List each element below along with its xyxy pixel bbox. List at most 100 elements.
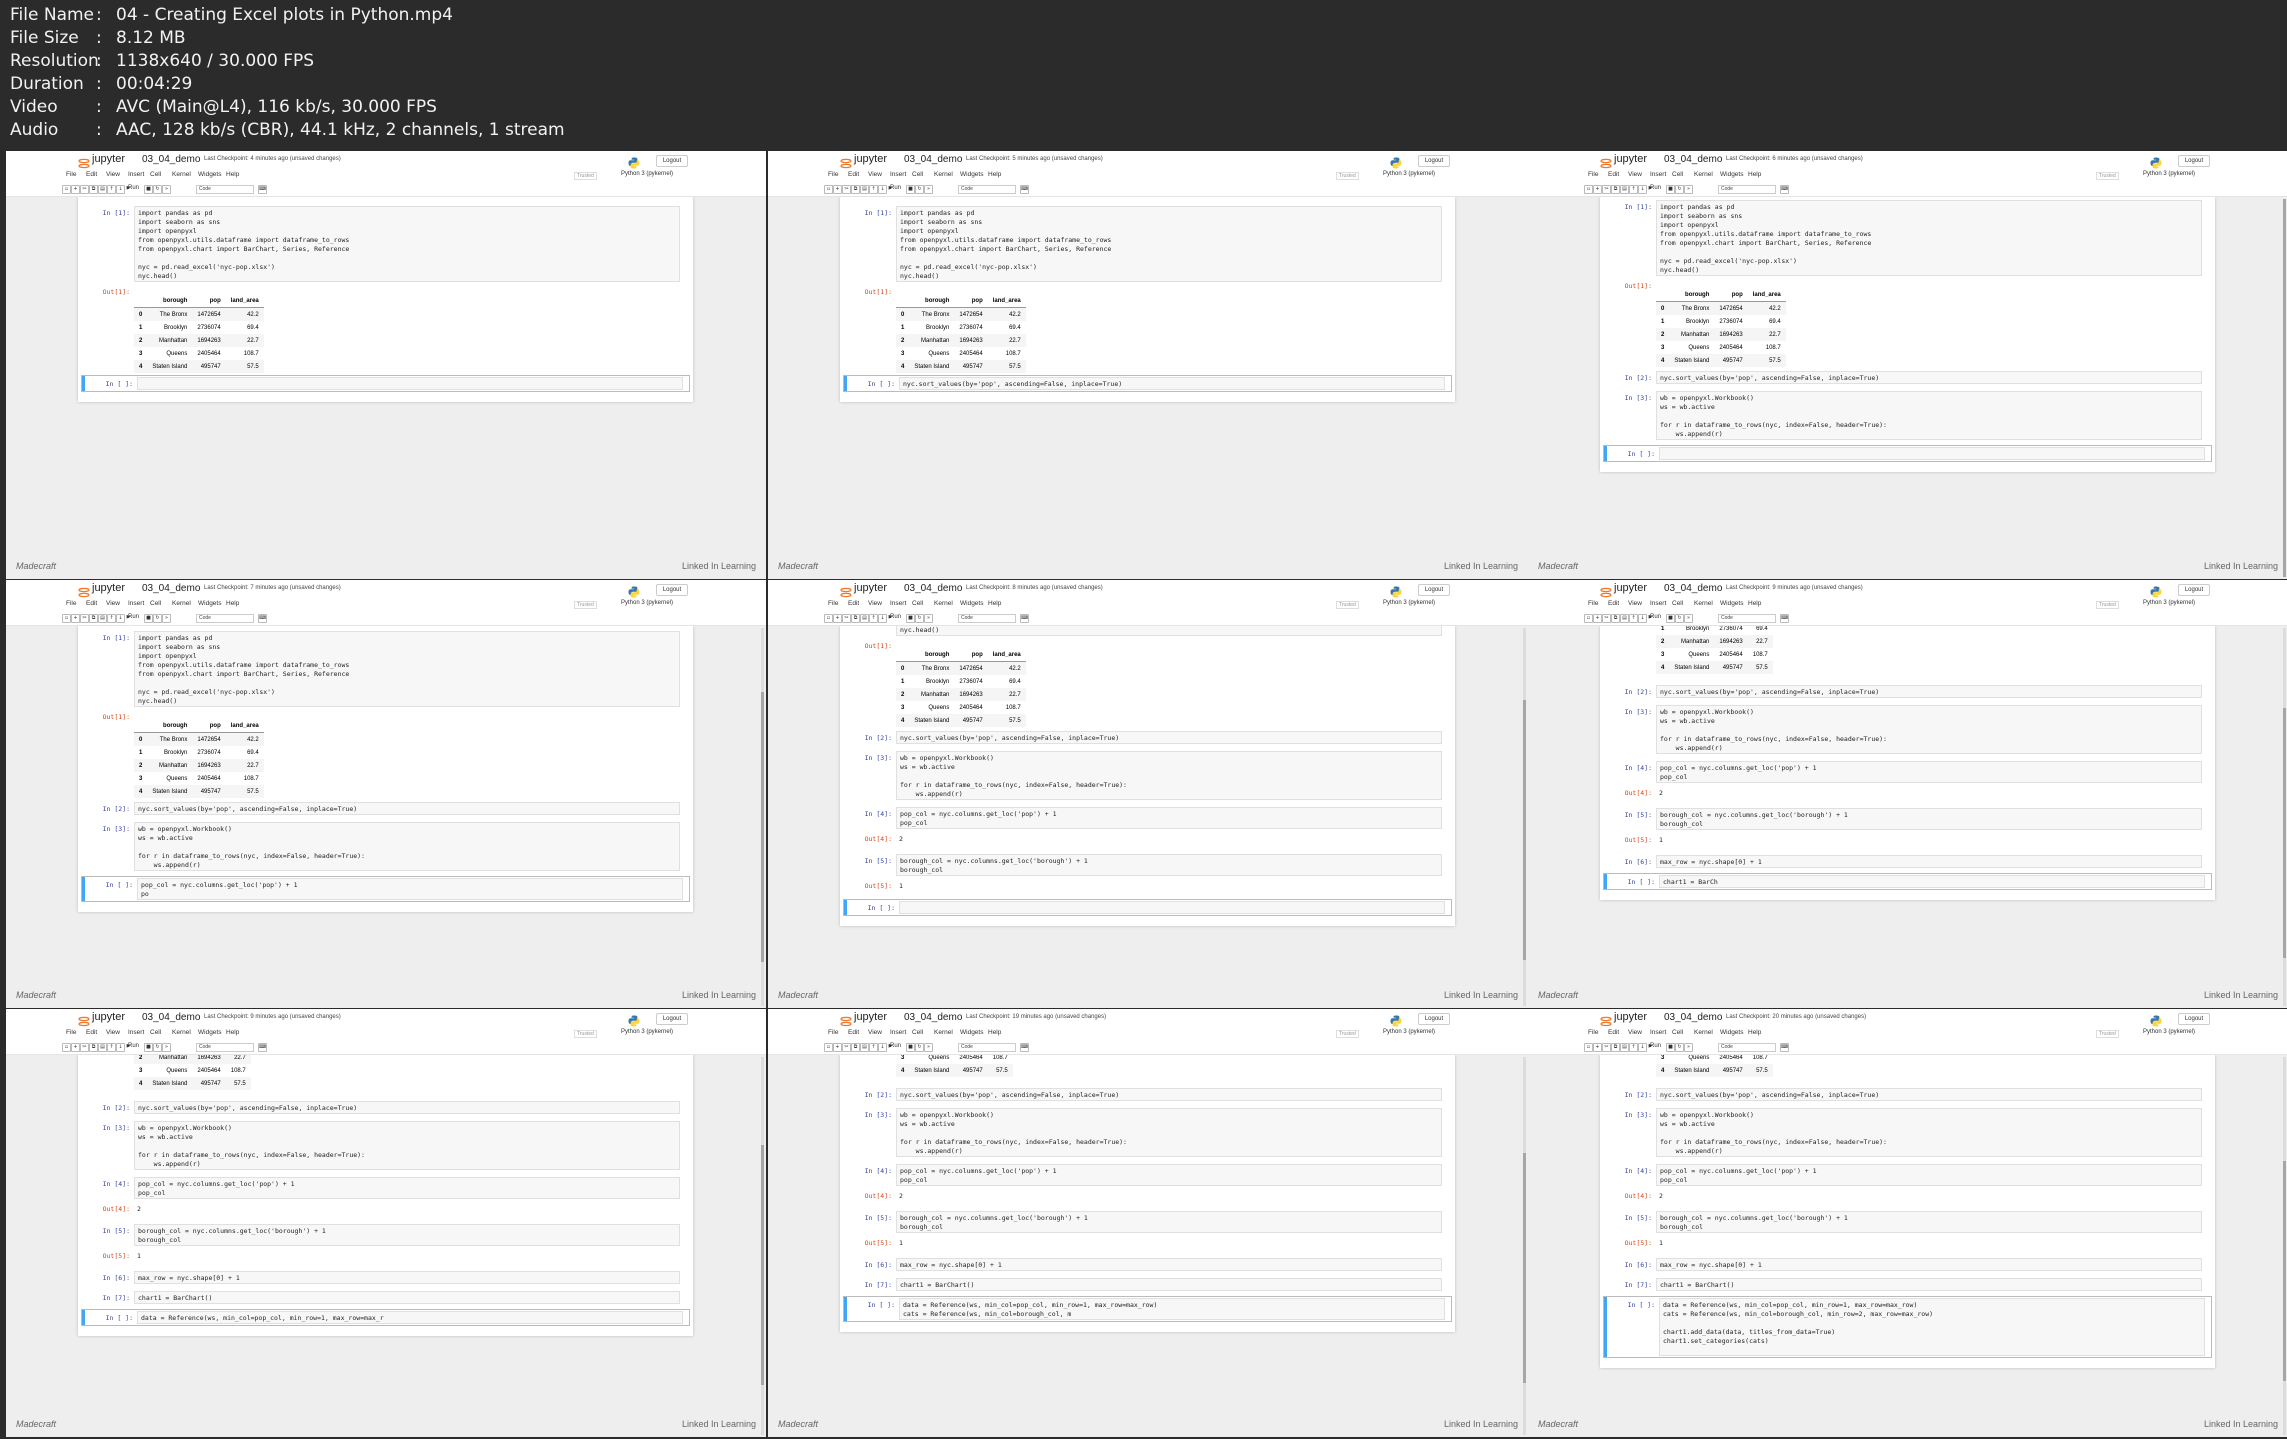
jupyter-brand[interactable]: jupyter [854, 153, 887, 165]
code-editor[interactable]: import pandas as pd import seaborn as sns… [134, 206, 680, 282]
move-up-icon[interactable]: ↑ [869, 614, 878, 623]
menu-insert[interactable]: Insert [128, 1029, 144, 1036]
save-icon[interactable]: ▫ [62, 1043, 71, 1052]
move-down-icon[interactable]: ↓ [878, 1043, 887, 1052]
trusted-indicator[interactable]: Trusted [2096, 1030, 2119, 1038]
code-cell[interactable]: In [1]: import pandas as pd import seaborn… [82, 205, 686, 283]
run-button-label[interactable]: Run [128, 1043, 139, 1049]
menu-view[interactable]: View [868, 1029, 882, 1036]
copy-icon[interactable]: ⧉ [89, 185, 98, 194]
menu-help[interactable]: Help [1748, 600, 1761, 607]
menu-file[interactable]: File [66, 171, 76, 178]
notebook-name[interactable]: 03_04_demo [904, 1012, 962, 1023]
menu-kernel[interactable]: Kernel [934, 600, 953, 607]
keyboard-icon[interactable]: ⌨ [1020, 185, 1029, 194]
menu-help[interactable]: Help [988, 171, 1001, 178]
run-button-label[interactable]: Run [1650, 185, 1661, 191]
menu-help[interactable]: Help [988, 1029, 1001, 1036]
code-editor[interactable]: wb = openpyxl.Workbook() ws = wb.active fo… [1656, 391, 2202, 440]
code-editor[interactable]: nyc.sort_values(by='pop', ascending=Fals… [1656, 685, 2202, 698]
trusted-indicator[interactable]: Trusted [2096, 172, 2119, 180]
notebook-name[interactable]: 03_04_demo [1664, 583, 1722, 594]
menu-view[interactable]: View [1628, 1029, 1642, 1036]
cell-type-select[interactable]: Code [958, 614, 1016, 623]
menu-widgets[interactable]: Widgets [1720, 600, 1743, 607]
code-cell[interactable]: In [3]: wb = openpyxl.Workbook() ws = wb.a… [1604, 1107, 2208, 1158]
copy-icon[interactable]: ⧉ [851, 185, 860, 194]
code-editor[interactable]: chart1 = BarCh [1659, 875, 2205, 888]
menu-file[interactable]: File [66, 600, 76, 607]
cell-type-select[interactable]: Code [958, 1043, 1016, 1052]
code-cell[interactable]: In [2]: nyc.sort_values(by='pop', ascendi… [1604, 1087, 2208, 1102]
code-cell[interactable]: nyc.head() [844, 626, 1448, 637]
menu-help[interactable]: Help [226, 600, 239, 607]
code-cell[interactable]: In [3]: wb = openpyxl.Workbook() ws = wb.a… [844, 750, 1448, 801]
jupyter-brand[interactable]: jupyter [1614, 153, 1647, 165]
menu-cell[interactable]: Cell [1672, 1029, 1683, 1036]
save-icon[interactable]: ▫ [1584, 185, 1593, 194]
jupyter-brand[interactable]: jupyter [1614, 582, 1647, 594]
stop-icon[interactable]: ■ [906, 614, 915, 623]
run-button-label[interactable]: Run [128, 185, 139, 191]
jupyter-brand[interactable]: jupyter [92, 582, 125, 594]
menu-file[interactable]: File [828, 1029, 838, 1036]
menu-edit[interactable]: Edit [86, 600, 97, 607]
save-icon[interactable]: ▫ [62, 614, 71, 623]
save-icon[interactable]: ▫ [1584, 614, 1593, 623]
code-cell[interactable]: In [1]: import pandas as pd import seaborn… [844, 205, 1448, 283]
selected-code-cell[interactable]: In [ ]: data = Reference(ws, min_col=pop_… [1604, 1297, 2211, 1357]
restart-icon[interactable]: ↻ [153, 185, 162, 194]
code-editor[interactable]: nyc.sort_values(by='pop', ascending=Fals… [1656, 1088, 2202, 1101]
code-cell[interactable]: In [3]: wb = openpyxl.Workbook() ws = wb.a… [1604, 390, 2208, 441]
copy-icon[interactable]: ⧉ [851, 1043, 860, 1052]
jupyter-brand[interactable]: jupyter [92, 153, 125, 165]
jupyter-brand[interactable]: jupyter [854, 1011, 887, 1023]
add-cell-icon[interactable]: + [1593, 614, 1602, 623]
scrollbar-thumb[interactable] [1523, 1153, 1526, 1383]
cut-icon[interactable]: ✂ [842, 614, 851, 623]
menu-insert[interactable]: Insert [128, 171, 144, 178]
logout-button[interactable]: Logout [2178, 584, 2210, 596]
code-cell[interactable]: In [5]: borough_col = nyc.columns.get_loc… [1604, 807, 2208, 831]
run-button-label[interactable]: Run [890, 185, 901, 191]
cell-type-select[interactable]: Code [196, 185, 254, 194]
menu-widgets[interactable]: Widgets [960, 1029, 983, 1036]
vertical-scrollbar[interactable] [1523, 628, 1526, 1006]
add-cell-icon[interactable]: + [833, 614, 842, 623]
menu-view[interactable]: View [106, 1029, 120, 1036]
selected-code-cell[interactable]: In [ ]: [844, 900, 1451, 915]
code-cell[interactable]: In [1]: import pandas as pd import seaborn… [82, 630, 686, 708]
menu-file[interactable]: File [1588, 600, 1598, 607]
cell-type-select[interactable]: Code [1718, 185, 1776, 194]
menu-edit[interactable]: Edit [1608, 1029, 1619, 1036]
paste-icon[interactable]: ▤ [98, 185, 107, 194]
menu-view[interactable]: View [1628, 600, 1642, 607]
move-up-icon[interactable]: ↑ [107, 1043, 116, 1052]
move-up-icon[interactable]: ↑ [1629, 1043, 1638, 1052]
move-up-icon[interactable]: ↑ [869, 1043, 878, 1052]
stop-icon[interactable]: ■ [1666, 1043, 1675, 1052]
code-cell[interactable]: In [1]: import pandas as pd import seaborn… [1604, 199, 2208, 277]
vertical-scrollbar[interactable] [761, 628, 764, 1006]
paste-icon[interactable]: ▤ [98, 614, 107, 623]
code-editor[interactable]: borough_col = nyc.columns.get_loc('borou… [134, 1224, 680, 1246]
menu-kernel[interactable]: Kernel [1694, 1029, 1713, 1036]
menu-insert[interactable]: Insert [1650, 1029, 1666, 1036]
notebook-name[interactable]: 03_04_demo [1664, 1012, 1722, 1023]
cut-icon[interactable]: ✂ [80, 614, 89, 623]
paste-icon[interactable]: ▤ [860, 185, 869, 194]
menu-file[interactable]: File [1588, 1029, 1598, 1036]
fast-forward-icon[interactable]: » [162, 614, 171, 623]
run-button-label[interactable]: Run [128, 614, 139, 620]
code-cell[interactable]: In [6]: max_row = nyc.shape[0] + 1 [1604, 1257, 2208, 1272]
notebook-name[interactable]: 03_04_demo [142, 583, 200, 594]
code-cell[interactable]: In [7]: chart1 = BarChart() [844, 1277, 1448, 1292]
menu-kernel[interactable]: Kernel [934, 171, 953, 178]
move-down-icon[interactable]: ↓ [1638, 185, 1647, 194]
selected-code-cell[interactable]: In [ ]: [82, 376, 689, 391]
save-icon[interactable]: ▫ [824, 614, 833, 623]
cell-type-select[interactable]: Code [958, 185, 1016, 194]
stop-icon[interactable]: ■ [1666, 185, 1675, 194]
keyboard-icon[interactable]: ⌨ [258, 185, 267, 194]
menu-kernel[interactable]: Kernel [172, 600, 191, 607]
